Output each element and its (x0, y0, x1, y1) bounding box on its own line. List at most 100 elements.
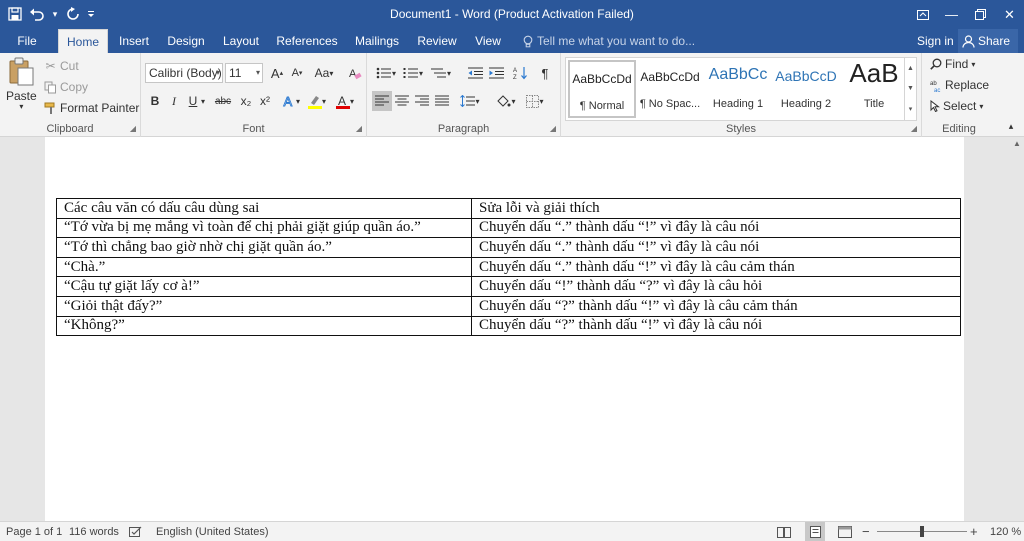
ribbon-display-options-icon[interactable] (908, 0, 937, 29)
zoom-in-button[interactable]: + (970, 522, 978, 541)
align-left-button[interactable] (372, 91, 392, 111)
table-cell[interactable]: Chuyển dấu “.” thành dấu “!” vì đây là c… (471, 217, 961, 239)
sign-in-link[interactable]: Sign in (917, 29, 954, 53)
collapse-ribbon-icon[interactable]: ▴ (1004, 119, 1018, 133)
word-count[interactable]: 116 words (69, 522, 119, 541)
style-heading-2[interactable]: AaBbCcD Heading 2 (772, 60, 840, 118)
align-right-button[interactable] (412, 91, 432, 111)
copy-button[interactable]: Copy (44, 80, 88, 94)
table-cell[interactable]: “Cậu tự giặt lấy cơ à!” (56, 276, 472, 297)
table-cell[interactable]: “Chà.” (56, 256, 472, 278)
proofing-button[interactable] (129, 522, 142, 541)
bullets-button[interactable]: ▾ (373, 63, 399, 83)
show-hide-marks-button[interactable]: ¶ (535, 63, 555, 83)
styles-launcher-icon[interactable]: ◢ (911, 124, 917, 133)
multilevel-list-button[interactable]: ▾ (428, 63, 454, 83)
table-cell[interactable]: “Tớ vừa bị mẹ mắng vì toàn để chị phải g… (56, 217, 472, 239)
paste-button[interactable]: Paste ▾ (6, 57, 37, 111)
vietnamese-punctuation-table[interactable]: Các câu văn có dấu câu dùng sai Sửa lỗi … (56, 198, 961, 337)
font-size-combo[interactable]: 11 ▾ (225, 63, 263, 83)
table-cell[interactable]: “Tớ thì chẳng bao giờ nhờ chị giặt quần … (56, 237, 472, 258)
style-no-spacing[interactable]: AaBbCcDd ¶ No Spac... (636, 60, 704, 118)
chevron-up-icon[interactable]: ▲ (1013, 139, 1021, 148)
tab-mailings[interactable]: Mailings (350, 29, 404, 53)
styles-group-label: Styles (726, 123, 756, 135)
table-cell[interactable]: Sửa lỗi và giải thích (471, 198, 961, 219)
highlight-button[interactable]: ▾ (305, 91, 329, 111)
share-button[interactable]: Share (958, 29, 1019, 53)
tab-design[interactable]: Design (163, 29, 209, 53)
table-cell[interactable]: Chuyển dấu “.” thành dấu “!” vì đây là c… (471, 256, 961, 278)
align-center-button[interactable] (392, 91, 412, 111)
zoom-slider-thumb[interactable] (920, 526, 924, 537)
language-indicator[interactable]: English (United States) (156, 522, 269, 541)
borders-button[interactable]: ▾ (522, 91, 548, 111)
text-effects-button[interactable]: A ▾ (279, 91, 303, 111)
tab-file[interactable]: File (8, 29, 46, 53)
italic-button[interactable]: I (164, 91, 184, 111)
vertical-scrollbar[interactable]: ▲ (1010, 137, 1024, 521)
bold-button[interactable]: B (145, 91, 165, 111)
tell-me-box[interactable]: Tell me what you want to do... (523, 29, 695, 53)
decrease-indent-button[interactable] (465, 63, 485, 83)
table-cell[interactable]: Chuyển dấu “!” thành dấu “?” vì đây là c… (471, 276, 961, 297)
copy-label: Copy (60, 80, 89, 94)
style-heading-1[interactable]: AaBbCc Heading 1 (704, 60, 772, 118)
read-mode-button[interactable] (777, 522, 791, 541)
clipboard-launcher-icon[interactable]: ◢ (130, 124, 136, 133)
gallery-more-icon[interactable]: ▾ (909, 105, 913, 113)
gallery-scroll[interactable]: ▲ ▼ ▾ (904, 58, 916, 120)
tab-references[interactable]: References (274, 29, 340, 53)
restore-button[interactable] (966, 0, 995, 29)
change-case-button[interactable]: Aa ▾ (311, 63, 337, 83)
zoom-level[interactable]: 120 % (990, 522, 1021, 541)
replace-button[interactable]: ab ac Replace (930, 78, 989, 92)
table-cell[interactable]: “Không?” (56, 315, 472, 337)
chevron-down-icon: ▾ (255, 68, 260, 77)
table-cell[interactable]: Chuyển dấu “?” thành dấu “!” vì đây là c… (471, 315, 961, 337)
format-painter-label: Format Painter (60, 101, 140, 115)
sort-button[interactable]: AZ (511, 63, 531, 83)
tab-review[interactable]: Review (413, 29, 461, 53)
close-button[interactable]: ✕ (995, 0, 1024, 29)
format-painter-button[interactable]: Format Painter (44, 101, 139, 115)
table-cell[interactable]: “Giỏi thật đấy?” (56, 295, 472, 317)
subscript-button[interactable]: x₂ (236, 91, 256, 111)
superscript-button[interactable]: x² (255, 91, 275, 111)
numbering-button[interactable]: ▾ (400, 63, 426, 83)
font-color-button[interactable]: A ▾ (333, 91, 357, 111)
style-normal[interactable]: AaBbCcDd ¶ Normal (568, 60, 636, 118)
minimize-button[interactable]: — (937, 0, 966, 29)
zoom-out-button[interactable]: − (862, 522, 870, 541)
document-page[interactable]: Các câu văn có dấu câu dùng sai Sửa lỗi … (45, 137, 964, 521)
tab-home[interactable]: Home (58, 29, 108, 53)
table-cell[interactable]: Các câu văn có dấu câu dùng sai (56, 198, 472, 219)
find-button[interactable]: Find ▾ (930, 57, 975, 71)
clear-formatting-button[interactable]: A (345, 63, 365, 83)
table-cell[interactable]: Chuyển dấu “?” thành dấu “!” vì đây là c… (471, 295, 961, 317)
print-layout-button[interactable] (805, 522, 825, 541)
paragraph-launcher-icon[interactable]: ◢ (550, 124, 556, 133)
justify-button[interactable] (432, 91, 452, 111)
tab-layout[interactable]: Layout (218, 29, 264, 53)
line-spacing-button[interactable]: ▾ (457, 91, 483, 111)
shrink-font-button[interactable]: A ▾ (287, 63, 307, 83)
font-family-combo[interactable]: Calibri (Body) ▾ (145, 63, 223, 83)
underline-dropdown-icon[interactable]: ▾ (198, 91, 208, 111)
shading-button[interactable]: ▾ (493, 91, 519, 111)
chevron-up-icon[interactable]: ▲ (907, 65, 914, 72)
grow-font-button[interactable]: A ▴ (267, 63, 287, 83)
strikethrough-button[interactable]: abc (211, 91, 235, 111)
tab-view[interactable]: View (470, 29, 506, 53)
increase-indent-button[interactable] (486, 63, 506, 83)
table-cell[interactable]: Chuyển dấu “.” thành dấu “!” vì đây là c… (471, 237, 961, 258)
bullets-icon (376, 67, 391, 79)
chevron-down-icon[interactable]: ▼ (907, 85, 914, 92)
cut-button[interactable]: ✂ Cut (44, 59, 78, 73)
web-layout-button[interactable] (838, 522, 852, 541)
tab-insert[interactable]: Insert (113, 29, 155, 53)
font-launcher-icon[interactable]: ◢ (356, 124, 362, 133)
select-button[interactable]: Select ▾ (930, 99, 983, 113)
page-count[interactable]: Page 1 of 1 (6, 522, 62, 541)
style-title[interactable]: AaB Title (840, 60, 908, 118)
